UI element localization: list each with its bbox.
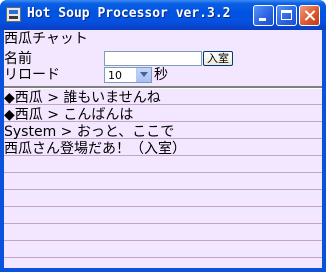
name-input[interactable] (104, 51, 202, 66)
app-window: Hot Soup Processor ver.3.2 西瓜チャット 名前 入室 … (0, 0, 326, 272)
reload-label: リロード (4, 67, 60, 83)
separator (4, 86, 322, 89)
chat-heading: 西瓜チャット (4, 31, 88, 47)
title-bar[interactable]: Hot Soup Processor ver.3.2 (0, 0, 326, 30)
ruled-line (4, 206, 322, 207)
maximize-button[interactable] (276, 5, 297, 26)
app-icon[interactable] (6, 7, 21, 22)
name-label: 名前 (4, 51, 32, 67)
log-line: System > おっと、ここで (4, 124, 175, 140)
reload-unit-label: 秒 (154, 67, 168, 83)
close-button[interactable] (299, 5, 320, 26)
ruled-line (4, 257, 322, 258)
enter-room-button[interactable]: 入室 (203, 51, 233, 66)
ruled-line (4, 189, 322, 190)
log-line: ◆西瓜 > こんばんは (4, 107, 134, 123)
reload-interval-select[interactable]: 10 (104, 67, 152, 83)
log-line: 西瓜さん登場だあ！（入室） (4, 141, 186, 157)
minimize-button[interactable] (253, 5, 274, 26)
chevron-down-icon[interactable] (136, 68, 151, 82)
client-area: 西瓜チャット 名前 入室 リロード 10 秒 ◆西瓜 > 誰もいませんね ◆西瓜… (4, 30, 322, 268)
window-title: Hot Soup Processor ver.3.2 (27, 6, 231, 21)
ruled-line (4, 240, 322, 241)
reload-interval-value: 10 (108, 69, 122, 82)
ruled-line (4, 223, 322, 224)
ruled-line (4, 172, 322, 173)
log-line: ◆西瓜 > 誰もいませんね (4, 90, 161, 106)
